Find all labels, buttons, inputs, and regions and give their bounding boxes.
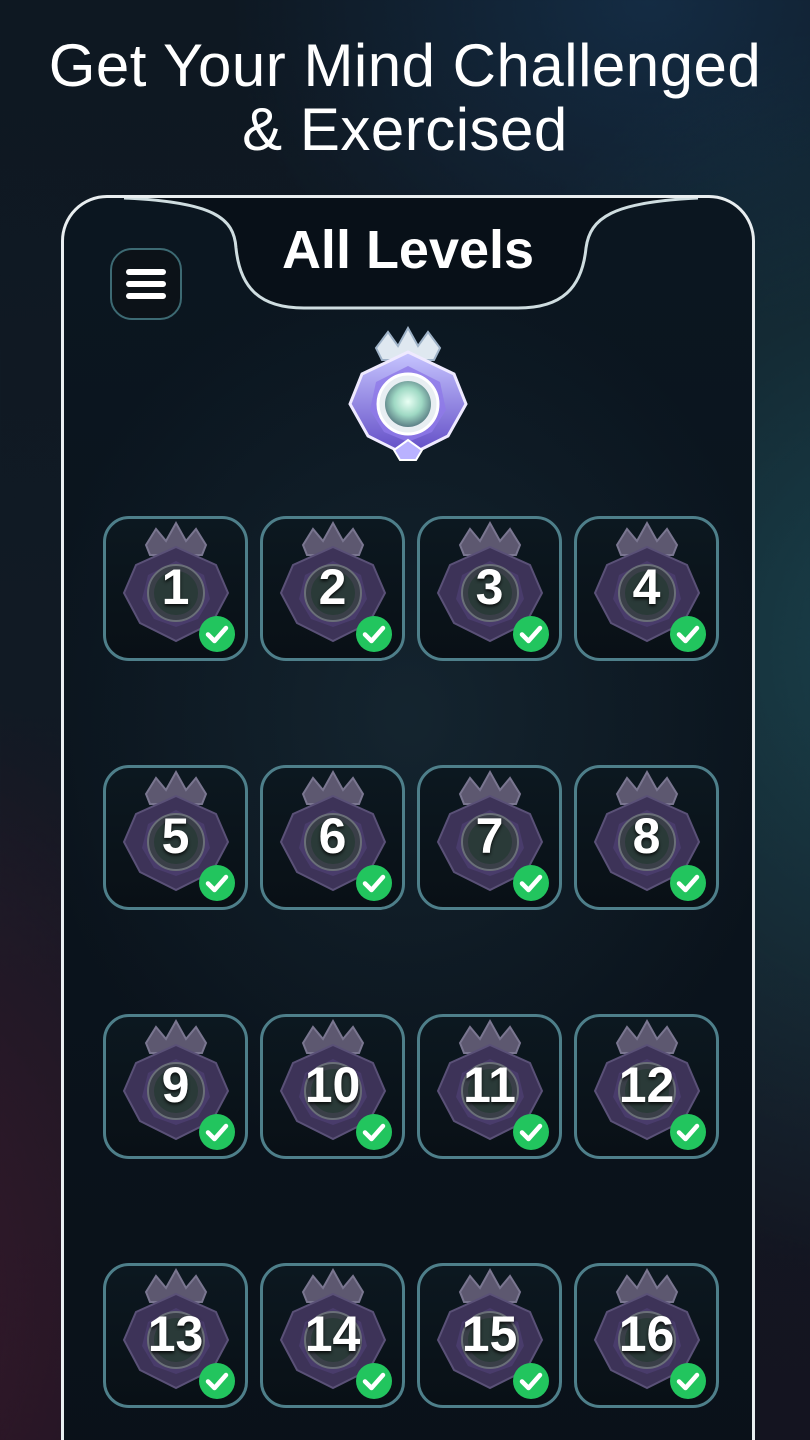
level-tile-11[interactable]: 11 bbox=[417, 1014, 562, 1159]
completed-check-icon bbox=[513, 1114, 549, 1150]
completed-check-icon bbox=[670, 1114, 706, 1150]
diamond-crown-badge-icon bbox=[348, 326, 468, 461]
level-number: 10 bbox=[304, 1057, 361, 1113]
level-tile-1[interactable]: 1 bbox=[103, 516, 248, 661]
level-tile-5[interactable]: 5 bbox=[103, 765, 248, 910]
level-tile-2[interactable]: 2 bbox=[260, 516, 405, 661]
level-tile-8[interactable]: 8 bbox=[574, 765, 719, 910]
level-number: 15 bbox=[461, 1306, 518, 1362]
promo-headline: Get Your Mind Challenged & Exercised bbox=[0, 34, 810, 162]
completed-check-icon bbox=[356, 616, 392, 652]
level-number: 11 bbox=[463, 1057, 516, 1113]
completed-check-icon bbox=[199, 1363, 235, 1399]
level-tile-10[interactable]: 10 bbox=[260, 1014, 405, 1159]
level-tile-9[interactable]: 9 bbox=[103, 1014, 248, 1159]
level-number: 3 bbox=[475, 559, 504, 615]
level-number: 4 bbox=[632, 559, 661, 615]
completed-check-icon bbox=[513, 865, 549, 901]
completed-check-icon bbox=[356, 1363, 392, 1399]
completed-check-icon bbox=[356, 865, 392, 901]
level-tile-16[interactable]: 16 bbox=[574, 1263, 719, 1408]
completed-check-icon bbox=[199, 616, 235, 652]
level-tile-3[interactable]: 3 bbox=[417, 516, 562, 661]
headline-line-1: Get Your Mind Challenged bbox=[48, 32, 762, 99]
hamburger-menu-icon bbox=[126, 269, 166, 299]
level-number: 9 bbox=[161, 1057, 190, 1113]
completed-check-icon bbox=[670, 1363, 706, 1399]
completed-check-icon bbox=[513, 1363, 549, 1399]
levels-grid: 1 2 3 4 5 6 7 8 9 10 11 12 13 14 15 16 bbox=[103, 516, 719, 1408]
level-number: 2 bbox=[318, 559, 347, 615]
level-number: 7 bbox=[475, 808, 504, 864]
level-number: 13 bbox=[147, 1306, 204, 1362]
level-tile-6[interactable]: 6 bbox=[260, 765, 405, 910]
level-tile-14[interactable]: 14 bbox=[260, 1263, 405, 1408]
level-number: 6 bbox=[318, 808, 347, 864]
menu-button[interactable] bbox=[110, 248, 182, 320]
completed-check-icon bbox=[356, 1114, 392, 1150]
completed-check-icon bbox=[199, 1114, 235, 1150]
level-tile-13[interactable]: 13 bbox=[103, 1263, 248, 1408]
level-number: 8 bbox=[632, 808, 661, 864]
level-number: 16 bbox=[618, 1306, 675, 1362]
level-number: 12 bbox=[618, 1057, 675, 1113]
completed-check-icon bbox=[670, 865, 706, 901]
level-tile-7[interactable]: 7 bbox=[417, 765, 562, 910]
completed-check-icon bbox=[513, 616, 549, 652]
phone-frame: All Levels 1 2 3 4 5 6 7 8 9 10 11 12 13 14 15 16 bbox=[61, 195, 755, 1440]
completed-check-icon bbox=[670, 616, 706, 652]
level-number: 1 bbox=[161, 559, 190, 615]
level-tile-15[interactable]: 15 bbox=[417, 1263, 562, 1408]
level-tile-12[interactable]: 12 bbox=[574, 1014, 719, 1159]
headline-line-2: & Exercised bbox=[242, 96, 568, 163]
level-number: 14 bbox=[304, 1306, 361, 1362]
level-tile-4[interactable]: 4 bbox=[574, 516, 719, 661]
completed-check-icon bbox=[199, 865, 235, 901]
level-number: 5 bbox=[161, 808, 190, 864]
